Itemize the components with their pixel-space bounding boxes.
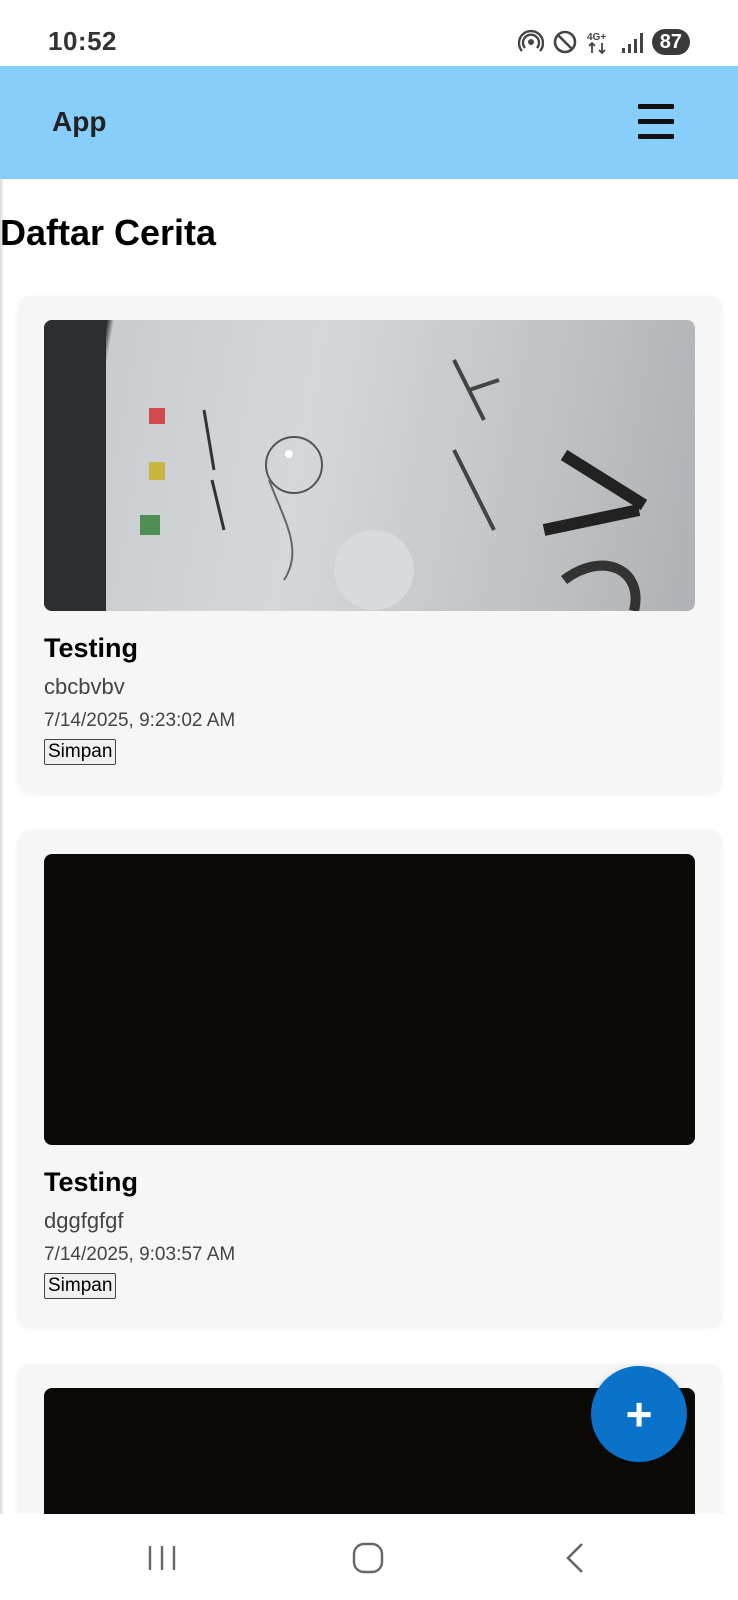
app-bar: App [0, 66, 738, 179]
network-type: 4G+ [587, 32, 606, 43]
back-icon[interactable] [556, 1538, 596, 1578]
story-card[interactable]: Testing dggfgfgf 7/14/2025, 9:03:57 AM S… [18, 830, 722, 1326]
app-title: App [52, 106, 107, 137]
system-nav-bar [0, 1514, 738, 1600]
signal-icon [621, 33, 643, 53]
story-name: Testing [44, 1167, 138, 1197]
story-name: Testing [44, 633, 138, 663]
status-time: 10:52 [48, 26, 117, 56]
story-description: cbcbvbv [44, 674, 125, 699]
story-date: 7/14/2025, 9:03:57 AM [44, 1244, 236, 1265]
story-photo-content [44, 320, 648, 611]
story-date: 7/14/2025, 9:23:02 AM [44, 710, 236, 731]
page-title: Daftar Cerita [0, 212, 217, 253]
save-button[interactable]: Simpan [44, 739, 117, 765]
story-card[interactable]: Testing cbcbvbv 7/14/2025, 9:23:02 AM Si… [18, 296, 722, 792]
battery-icon: 87 [651, 29, 690, 55]
drawer-edge [0, 179, 4, 1514]
hamburger-menu-icon[interactable] [638, 104, 674, 140]
add-story-button[interactable]: + [591, 1366, 687, 1462]
recent-apps-icon[interactable] [142, 1538, 182, 1578]
status-bar: 10:52 4G+ 87 [0, 0, 738, 66]
story-image [44, 854, 695, 1145]
hotspot-icon [517, 29, 544, 52]
story-description: dggfgfgf [44, 1208, 124, 1233]
do-not-disturb-icon [553, 30, 577, 54]
save-button[interactable]: Simpan [44, 1273, 117, 1299]
story-image [44, 320, 695, 611]
status-icons: 4G+ 87 [517, 28, 690, 56]
home-icon[interactable] [348, 1538, 388, 1578]
plus-icon: + [625, 1388, 653, 1440]
network-4g-icon: 4G+ [587, 32, 606, 55]
